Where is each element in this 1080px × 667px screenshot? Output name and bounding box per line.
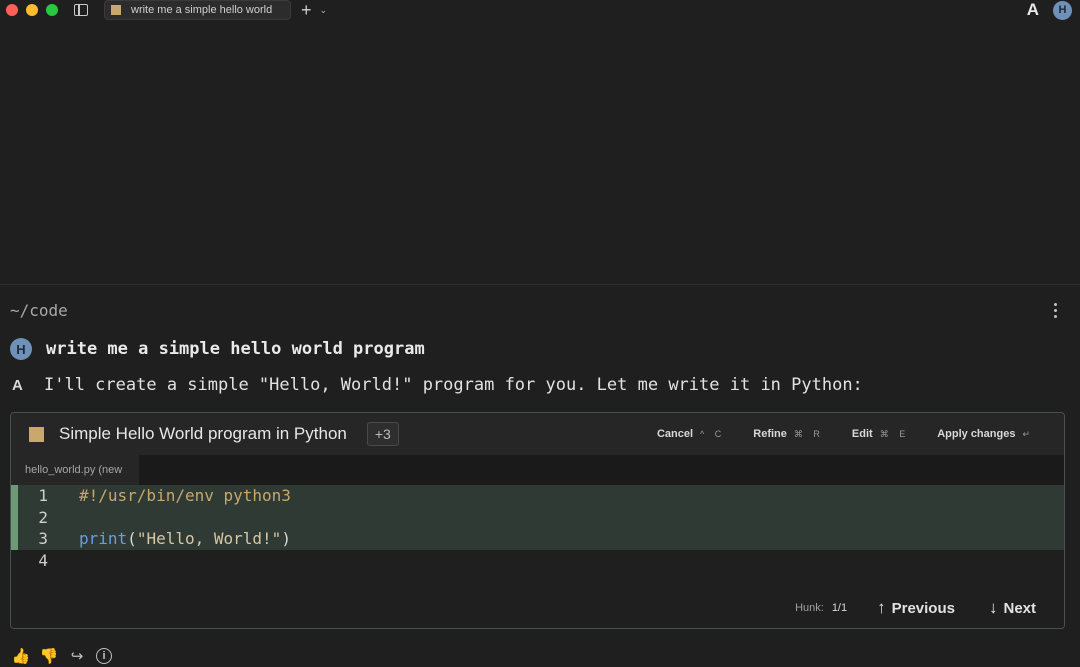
working-directory: ~/code: [10, 301, 68, 320]
cancel-label: Cancel: [656, 428, 694, 440]
code-paren: (: [127, 529, 137, 549]
diff-panel: Simple Hello World program in Python +3 …: [10, 412, 1065, 629]
hunk-count: 1/1: [831, 602, 848, 614]
tab-conversation[interactable]: write me a simple hello world: [104, 0, 291, 20]
previous-label: Previous: [891, 599, 955, 617]
assistant-message-text: I'll create a simple "Hello, World!" pro…: [44, 375, 863, 395]
maximize-window-button[interactable]: [46, 4, 58, 16]
code-line: 2: [11, 506, 1064, 528]
line-number: 1: [38, 486, 48, 506]
code-editor[interactable]: 1 #!/usr/bin/env python3 2 3 print("Hell…: [11, 485, 1064, 628]
line-number: 4: [38, 550, 48, 570]
edit-label: Edit: [851, 428, 873, 440]
tab-label: write me a simple hello world: [131, 4, 273, 16]
thumbs-down-icon[interactable]: 👎: [40, 647, 59, 665]
user-message: H write me a simple hello world program: [10, 338, 425, 360]
code-function: print: [79, 529, 128, 549]
user-avatar: H: [10, 338, 32, 360]
divider: [0, 284, 1080, 285]
line-number: 2: [38, 507, 48, 527]
file-square-icon: [111, 5, 121, 15]
title-bar: write me a simple hello world + ⌄ A H: [0, 0, 1080, 20]
assistant-message: A I'll create a simple "Hello, World!" p…: [12, 375, 863, 395]
more-options-icon[interactable]: [1054, 303, 1058, 318]
code-text: print("Hello, World!"): [79, 529, 291, 548]
code-line: 1 #!/usr/bin/env python3: [11, 485, 1064, 507]
edit-button[interactable]: Edit ⌘ E: [852, 428, 909, 440]
diff-panel-title: Simple Hello World program in Python: [59, 424, 347, 443]
file-tabs: hello_world.py (new: [11, 455, 1064, 485]
info-icon[interactable]: i: [96, 648, 112, 664]
close-window-button[interactable]: [6, 4, 18, 16]
minimize-window-button[interactable]: [26, 4, 38, 16]
next-hunk-button[interactable]: ↓ Next: [989, 598, 1036, 618]
more-files-badge[interactable]: +3: [366, 422, 399, 446]
code-text: #!/usr/bin/env python3: [79, 486, 291, 506]
thumbs-up-icon[interactable]: 👍: [12, 647, 31, 665]
file-tab-hello-world[interactable]: hello_world.py (new: [11, 455, 139, 485]
hunk-label: Hunk:: [795, 602, 824, 614]
code-line: 3 print("Hello, World!"): [11, 528, 1064, 550]
apply-changes-button[interactable]: Apply changes ↵: [937, 428, 1034, 440]
new-tab-button[interactable]: +: [301, 1, 312, 19]
share-icon[interactable]: ↪: [68, 647, 86, 665]
refine-shortcut: ⌘ R: [793, 428, 824, 439]
apply-changes-label: Apply changes: [937, 428, 1016, 440]
assistant-icon: A: [12, 376, 23, 394]
code-line: 4: [11, 550, 1064, 572]
line-number: 3: [38, 529, 48, 549]
refine-button[interactable]: Refine ⌘ R: [753, 428, 824, 440]
arrow-up-icon: ↑: [877, 598, 886, 617]
code-string: "Hello, World!": [136, 529, 282, 549]
chevron-down-icon[interactable]: ⌄: [320, 5, 328, 16]
window-controls: [6, 4, 58, 16]
cancel-shortcut: ^ C: [700, 429, 726, 439]
arrow-down-icon: ↓: [988, 598, 998, 617]
hunk-navigation: Hunk: 1/1 ↑ Previous ↓ Next: [795, 598, 1036, 618]
app-logo-icon: A: [1026, 0, 1039, 19]
edit-shortcut: ⌘ E: [879, 428, 910, 439]
file-square-icon: [29, 426, 44, 442]
refine-label: Refine: [753, 428, 787, 440]
user-message-text: write me a simple hello world program: [46, 339, 425, 359]
enter-icon: ↵: [1022, 428, 1034, 439]
next-label: Next: [1003, 599, 1036, 617]
diff-panel-header: Simple Hello World program in Python +3 …: [11, 413, 1064, 455]
avatar[interactable]: H: [1053, 0, 1072, 20]
code-paren: ): [281, 529, 291, 549]
previous-hunk-button[interactable]: ↑ Previous: [877, 598, 955, 618]
feedback-bar: 👍 👎 ↪ i: [12, 647, 112, 665]
cancel-button[interactable]: Cancel ^ C: [657, 428, 725, 440]
diff-actions: Cancel ^ C Refine ⌘ R Edit ⌘ E Apply cha…: [657, 428, 1034, 440]
sidebar-toggle-icon[interactable]: [74, 4, 88, 16]
